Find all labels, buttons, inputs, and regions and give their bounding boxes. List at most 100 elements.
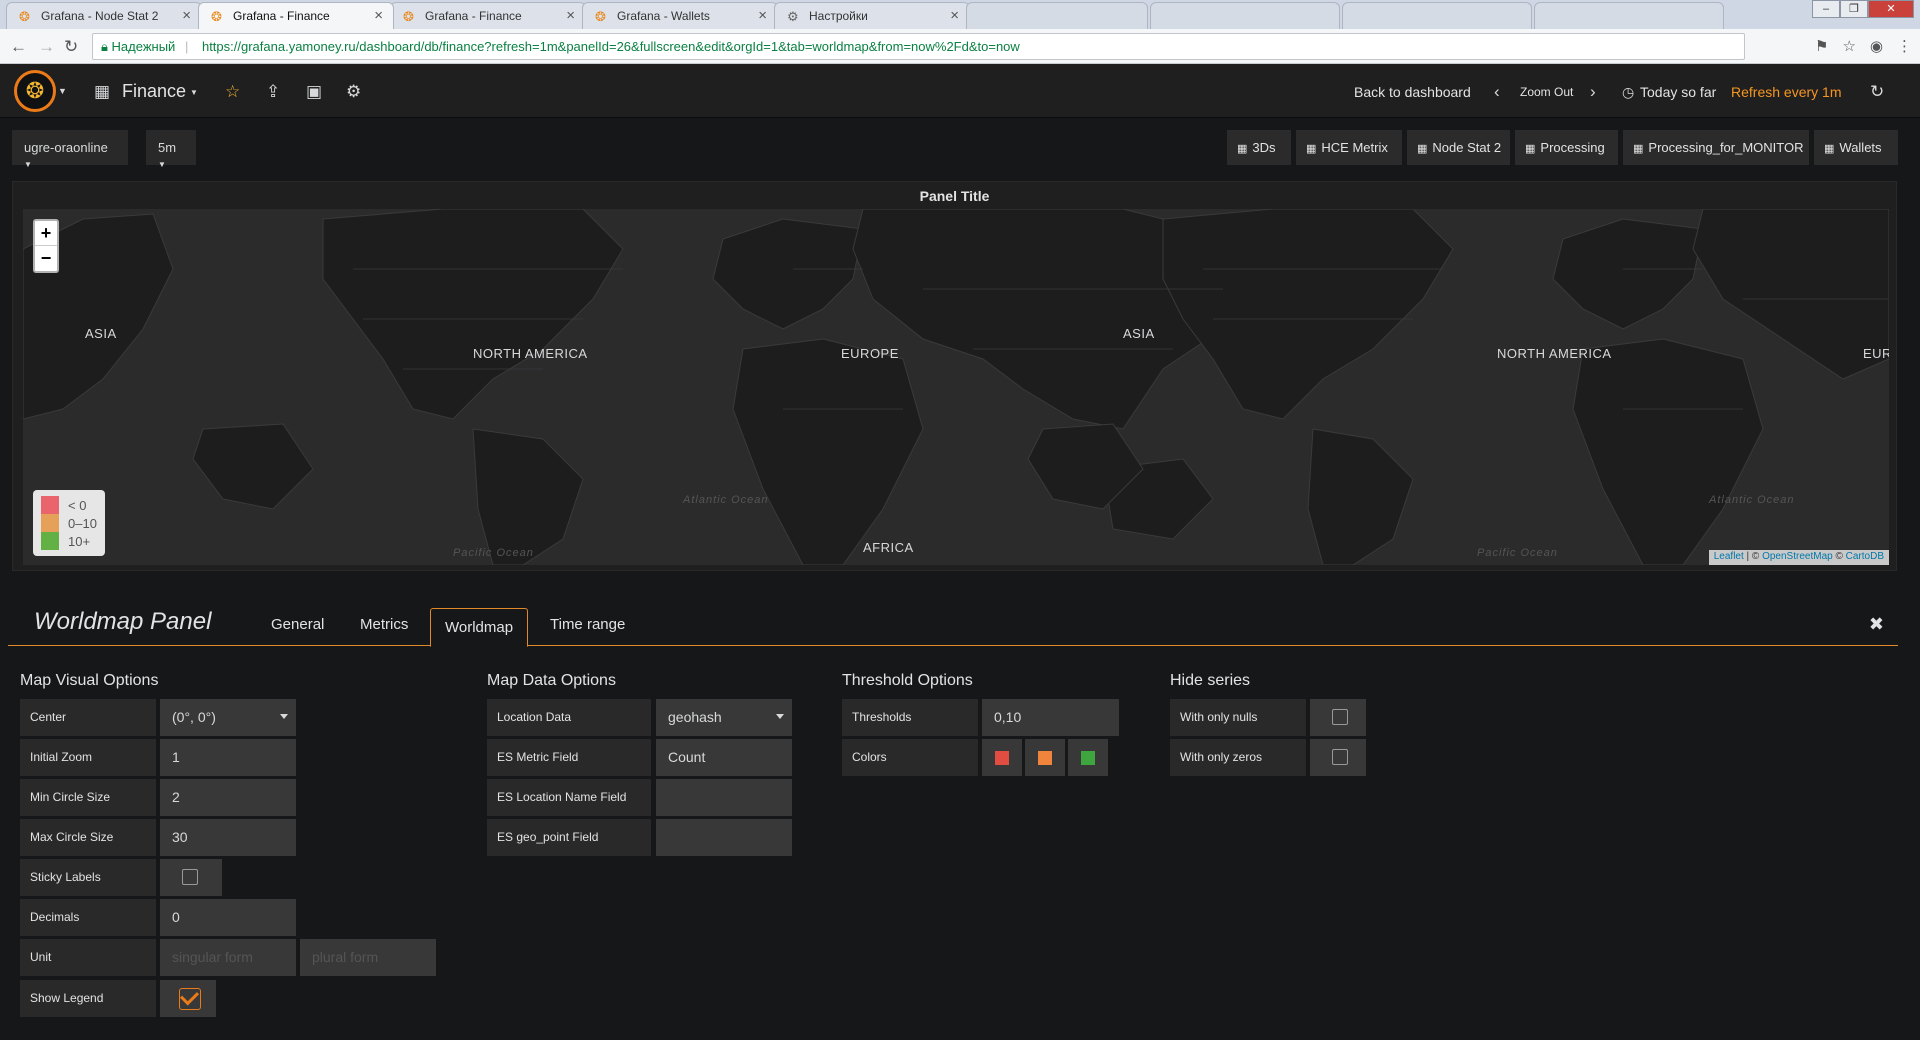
dash-link-wallets[interactable]: ▦ Wallets — [1814, 130, 1898, 165]
variable-value: 5m — [158, 140, 177, 155]
browser-tab[interactable]: ❂ Grafana - Wallets × — [582, 2, 778, 29]
dash-link-processing-monitor[interactable]: ▦ Processing_for_MONITOR — [1623, 130, 1809, 165]
variable-dropdown-ugre[interactable]: ugre-oraonline ▼ — [12, 130, 128, 169]
es-geopoint-input[interactable] — [656, 819, 792, 856]
center-select[interactable]: (0°, 0°) — [160, 699, 296, 736]
hide-only-zeros-checkbox[interactable] — [1310, 739, 1366, 776]
field-label: Unit — [20, 939, 156, 976]
share-icon[interactable]: ⇪ — [266, 82, 280, 102]
map-label-asia: ASIA — [1123, 326, 1155, 341]
dash-link-processing[interactable]: ▦ Processing — [1515, 130, 1618, 165]
map-label-africa: AFRICA — [863, 540, 914, 555]
browser-tab-active[interactable]: ❂ Grafana - Finance × — [198, 2, 394, 29]
chevron-right-icon[interactable]: › — [1590, 82, 1596, 102]
dash-link-node-stat-2[interactable]: ▦ Node Stat 2 — [1407, 130, 1510, 165]
initial-zoom-input[interactable]: 1 — [160, 739, 296, 776]
close-icon[interactable]: × — [950, 7, 959, 24]
bookmark-star-icon[interactable]: ☆ — [1842, 37, 1855, 55]
unit-singular-input[interactable]: singular form — [160, 939, 296, 976]
close-icon[interactable]: × — [374, 7, 383, 24]
tab-metrics[interactable]: Metrics — [360, 616, 408, 633]
variable-value: ugre-oraonline — [24, 140, 108, 155]
thresholds-input[interactable]: 0,10 — [982, 699, 1119, 736]
hide-only-nulls-checkbox[interactable] — [1310, 699, 1366, 736]
close-window-icon[interactable]: ✕ — [1868, 0, 1914, 18]
zoom-out-button[interactable]: − — [35, 246, 57, 271]
max-circle-size-input[interactable]: 30 — [160, 819, 296, 856]
close-icon[interactable]: ✖ — [1869, 614, 1884, 635]
browser-tab[interactable]: ❂ Grafana - Node Stat 2 × — [6, 2, 202, 29]
zoom-in-button[interactable]: + — [35, 221, 57, 246]
dash-link-hce-metrix[interactable]: ▦ HCE Metrix — [1296, 130, 1402, 165]
field-label: Decimals — [20, 899, 156, 936]
dash-link-3ds[interactable]: ▦ 3Ds — [1227, 130, 1291, 165]
translate-icon[interactable]: ⚑ — [1815, 37, 1828, 55]
browser-tab[interactable] — [966, 2, 1148, 29]
decimals-input[interactable]: 0 — [160, 899, 296, 936]
grid-icon: ▦ — [1237, 143, 1248, 155]
close-icon[interactable]: × — [758, 7, 767, 24]
color-picker-high[interactable] — [1068, 739, 1108, 776]
color-picker-mid[interactable] — [1025, 739, 1065, 776]
clock-icon: ◷ — [1622, 84, 1635, 100]
close-icon[interactable]: × — [182, 7, 191, 24]
tab-title: Grafana - Finance — [425, 9, 522, 23]
legend-item: 10+ — [41, 532, 105, 550]
tab-worldmap[interactable]: Worldmap — [430, 608, 529, 647]
save-icon[interactable]: ▣ — [306, 82, 322, 102]
caret-down-icon: ▼ — [24, 160, 32, 169]
osm-link[interactable]: OpenStreetMap — [1762, 551, 1833, 562]
caret-down-icon — [280, 714, 288, 719]
refresh-interval-label[interactable]: Refresh every 1m — [1731, 84, 1841, 100]
url-input[interactable]: 🔒︎ Надежный | https://grafana.yamoney.ru… — [92, 33, 1745, 60]
star-icon[interactable]: ☆ — [225, 82, 240, 102]
es-metric-field-input[interactable]: Count — [656, 739, 792, 776]
es-location-name-input[interactable] — [656, 779, 792, 816]
chevron-down-icon[interactable]: ▼ — [58, 86, 67, 96]
gear-icon[interactable]: ⚙ — [346, 82, 361, 102]
field-label: Min Circle Size — [20, 779, 156, 816]
color-picker-low[interactable] — [982, 739, 1022, 776]
grid-icon: ▦ — [1417, 143, 1428, 155]
panel-title[interactable]: Panel Title — [13, 188, 1896, 204]
maximize-icon[interactable]: ❐ — [1840, 0, 1868, 18]
dashboard-title[interactable]: Finance — [122, 81, 186, 102]
field-label: Center — [20, 699, 156, 736]
unit-plural-input[interactable]: plural form — [300, 939, 436, 976]
map-label-ocean: Atlantic Ocean — [683, 494, 769, 506]
back-to-dashboard-button[interactable]: Back to dashboard — [1354, 84, 1471, 100]
cartodb-link[interactable]: CartoDB — [1846, 551, 1884, 562]
menu-icon[interactable]: ⋮ — [1897, 37, 1912, 55]
leaflet-link[interactable]: Leaflet — [1714, 551, 1744, 562]
minimize-icon[interactable]: – — [1812, 0, 1840, 18]
reload-icon[interactable]: ↻ — [64, 37, 78, 57]
min-circle-size-input[interactable]: 2 — [160, 779, 296, 816]
sticky-labels-checkbox[interactable] — [160, 859, 222, 896]
caret-down-icon[interactable]: ▼ — [190, 88, 198, 97]
variable-dropdown-interval[interactable]: 5m ▼ — [146, 130, 196, 169]
world-map[interactable]: ASIA NORTH AMERICA EUROPE ASIA NORTH AME… — [23, 209, 1889, 565]
browser-tab[interactable]: ⚙ Настройки × — [774, 2, 970, 29]
time-picker-button[interactable]: Today so far — [1640, 84, 1716, 100]
browser-tab[interactable] — [1534, 2, 1724, 29]
worldmap-panel: Panel Title ASIA NORTH AMERICA EUROPE AS… — [12, 181, 1897, 571]
zoom-out-button[interactable]: Zoom Out — [1520, 85, 1573, 99]
tab-general[interactable]: General — [271, 616, 324, 633]
close-icon[interactable]: × — [566, 7, 575, 24]
tab-time-range[interactable]: Time range — [550, 616, 625, 633]
map-zoom-control: + − — [33, 219, 59, 273]
show-legend-checkbox[interactable] — [160, 980, 216, 1017]
extension-icon[interactable]: ◉ — [1870, 37, 1883, 55]
grafana-logo-icon[interactable]: ❂ — [14, 70, 56, 112]
forward-arrow-icon[interactable]: → — [38, 37, 55, 57]
location-data-select[interactable]: geohash — [656, 699, 792, 736]
lock-icon: 🔒︎ — [101, 39, 108, 54]
back-arrow-icon[interactable]: ← — [10, 37, 27, 57]
browser-tab[interactable]: ❂ Grafana - Finance × — [390, 2, 586, 29]
refresh-icon[interactable]: ↻ — [1870, 82, 1884, 102]
field-label: With only zeros — [1170, 739, 1306, 776]
chevron-left-icon[interactable]: ‹ — [1494, 82, 1500, 102]
browser-tab[interactable] — [1150, 2, 1340, 29]
browser-tab[interactable] — [1342, 2, 1532, 29]
map-label-europe: EUROPE — [841, 346, 899, 361]
